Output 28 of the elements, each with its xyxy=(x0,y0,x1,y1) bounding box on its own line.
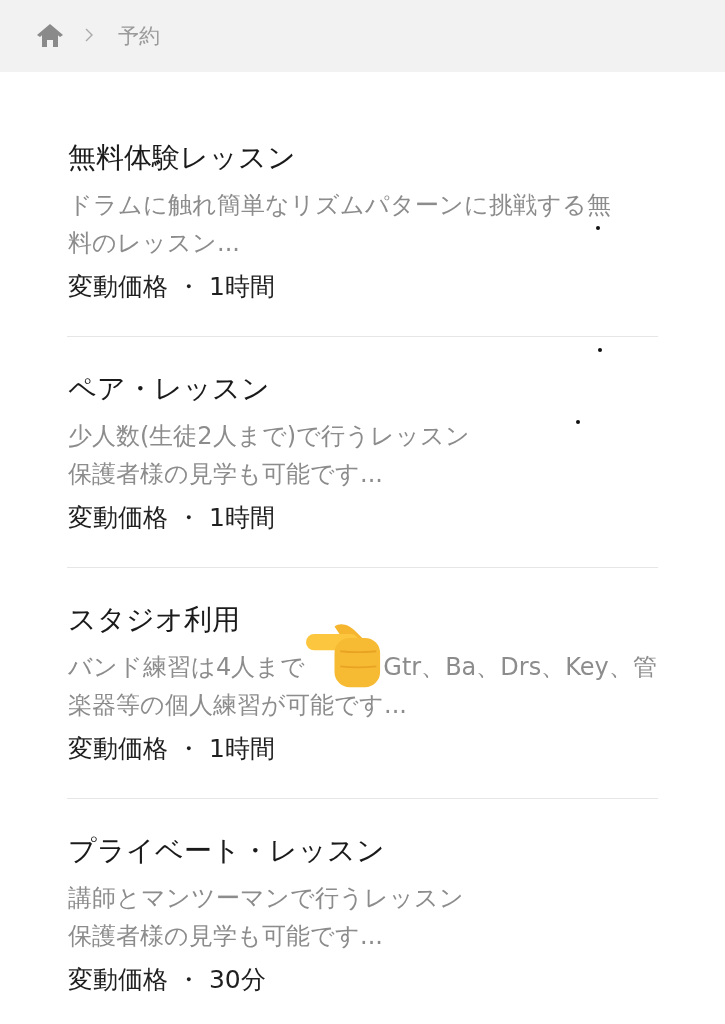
chevron-icon xyxy=(84,28,94,42)
lesson-item[interactable]: ペア・レッスン 少人数(生徒2人まで)で行うレッスン 保護者様の見学も可能です... 変動価格 ・ 1時間 xyxy=(67,337,658,568)
breadcrumb-current: 予約 xyxy=(118,23,160,50)
lesson-description: Gtr、Ba、Drs、Key、管 xyxy=(383,652,657,683)
lesson-title: ペア・レッスン xyxy=(68,371,271,407)
price-duration: 変動価格 ・ 30分 xyxy=(68,964,267,996)
dot-icon xyxy=(596,226,600,230)
lesson-title: 無料体験レッスン xyxy=(68,140,297,176)
lesson-title: スタジオ利用 xyxy=(68,602,241,638)
lesson-description: 講師とマンツーマンで行うレッスン xyxy=(68,883,464,914)
lesson-item[interactable]: スタジオ利用 バンド練習は4人まで Gtr、Ba、Drs、Key、管 楽器等の個人練習が可能です... 変動価格 ・ 1時間 xyxy=(67,568,658,799)
price-duration: 変動価格 ・ 1時間 xyxy=(68,502,276,534)
lesson-description: 料のレッスン... xyxy=(68,228,240,259)
lesson-description: 少人数(生徒2人まで)で行うレッスン xyxy=(68,421,470,452)
pointing-hand-icon xyxy=(306,622,383,688)
lesson-description: 保護者様の見学も可能です... xyxy=(68,459,383,490)
lesson-description: 保護者様の見学も可能です... xyxy=(68,921,383,952)
price-duration: 変動価格 ・ 1時間 xyxy=(68,733,276,765)
lesson-description: ドラムに触れ簡単なリズムパターンに挑戦する無 xyxy=(68,190,611,221)
lesson-title: プライベート・レッスン xyxy=(68,833,386,869)
lesson-description: 楽器等の個人練習が可能です... xyxy=(68,690,407,721)
dot-icon xyxy=(598,348,602,352)
home-icon[interactable] xyxy=(37,23,63,47)
lesson-item[interactable]: 無料体験レッスン ドラムに触れ簡単なリズムパターンに挑戦する無 料のレッスン... 変動価格 ・ 1時間 xyxy=(67,106,658,337)
lesson-description: バンド練習は4人まで xyxy=(68,652,306,683)
lesson-item[interactable]: プライベート・レッスン 講師とマンツーマンで行うレッスン 保護者様の見学も可能です... 変動価格 ・ 30分 xyxy=(67,799,658,1024)
dot-icon xyxy=(576,420,580,424)
price-duration: 変動価格 ・ 1時間 xyxy=(68,271,276,303)
